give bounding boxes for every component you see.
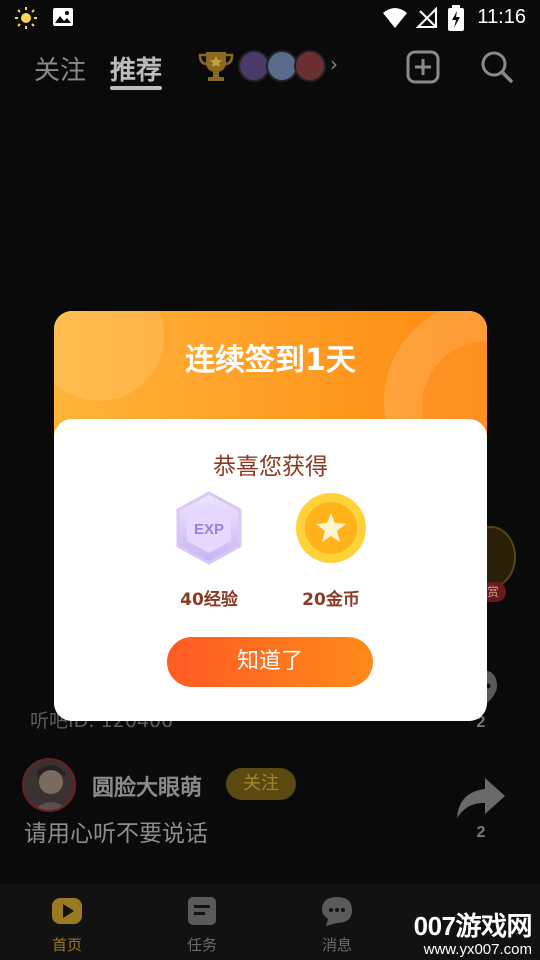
no-signal-icon	[416, 7, 437, 28]
tab-follow[interactable]: 关注	[34, 50, 86, 87]
dialog-title: 连续签到1天	[185, 343, 356, 378]
home-play-icon	[52, 898, 82, 924]
nav-messages[interactable]: 消息	[297, 894, 377, 955]
chevron-right-icon[interactable]: ›	[330, 52, 338, 76]
share-action[interactable]: 2	[454, 776, 508, 842]
weather-sun-icon	[15, 7, 37, 29]
gallery-icon	[53, 8, 73, 26]
exp-badge-text: EXP	[194, 521, 224, 538]
search-icon[interactable]	[480, 50, 514, 84]
nav-tasks[interactable]: 任务	[162, 894, 242, 955]
avatar	[294, 50, 326, 82]
watermark-url: www.yx007.com	[423, 941, 532, 958]
follow-button[interactable]: 关注	[226, 768, 296, 800]
battery-charging-icon	[448, 5, 464, 31]
author-avatar[interactable]	[22, 758, 76, 812]
reward-coins: 20金币	[276, 491, 386, 610]
wifi-icon	[383, 8, 407, 28]
reward-coins-label: 20金币	[302, 590, 360, 610]
dialog-body: 恭喜您获得 EXP 40经验 20金币 知道了	[54, 419, 487, 721]
active-tab-indicator	[110, 86, 162, 90]
trophy-icon[interactable]	[198, 48, 234, 84]
confirm-button[interactable]: 知道了	[167, 637, 373, 687]
reward-exp: EXP 40经验	[154, 491, 264, 610]
top-navigation: 关注 推荐 ›	[0, 40, 540, 96]
status-bar: 11:16	[0, 0, 540, 36]
share-count: 2	[476, 824, 486, 841]
nav-tasks-label: 任务	[186, 936, 217, 954]
post-caption: 请用心听不要说话	[24, 821, 208, 847]
message-icon	[322, 897, 352, 926]
congrats-text: 恭喜您获得	[213, 454, 328, 480]
bottom-navigation: 首页 任务 消息 007游戏网 www.yx007.com	[0, 884, 540, 960]
share-arrow-icon	[457, 778, 505, 818]
checkin-dialog: 连续签到1天 恭喜您获得 EXP 40经验 20金币 知道了	[54, 311, 487, 721]
tab-recommend[interactable]: 推荐	[110, 50, 162, 87]
task-icon	[188, 897, 216, 925]
watermark-brand: 007游戏网	[413, 911, 533, 941]
gold-coin-icon	[296, 493, 366, 563]
nav-messages-label: 消息	[321, 936, 352, 954]
watermark: 007游戏网 www.yx007.com	[413, 906, 533, 958]
status-time: 11:16	[477, 6, 526, 28]
add-post-icon[interactable]	[406, 50, 440, 84]
exp-hexagon-icon: EXP	[176, 491, 242, 565]
author-name[interactable]: 圆脸大眼萌	[92, 770, 202, 802]
reward-exp-label: 40经验	[180, 590, 238, 610]
nav-home-label: 首页	[51, 936, 82, 954]
nav-home[interactable]: 首页	[27, 894, 107, 955]
